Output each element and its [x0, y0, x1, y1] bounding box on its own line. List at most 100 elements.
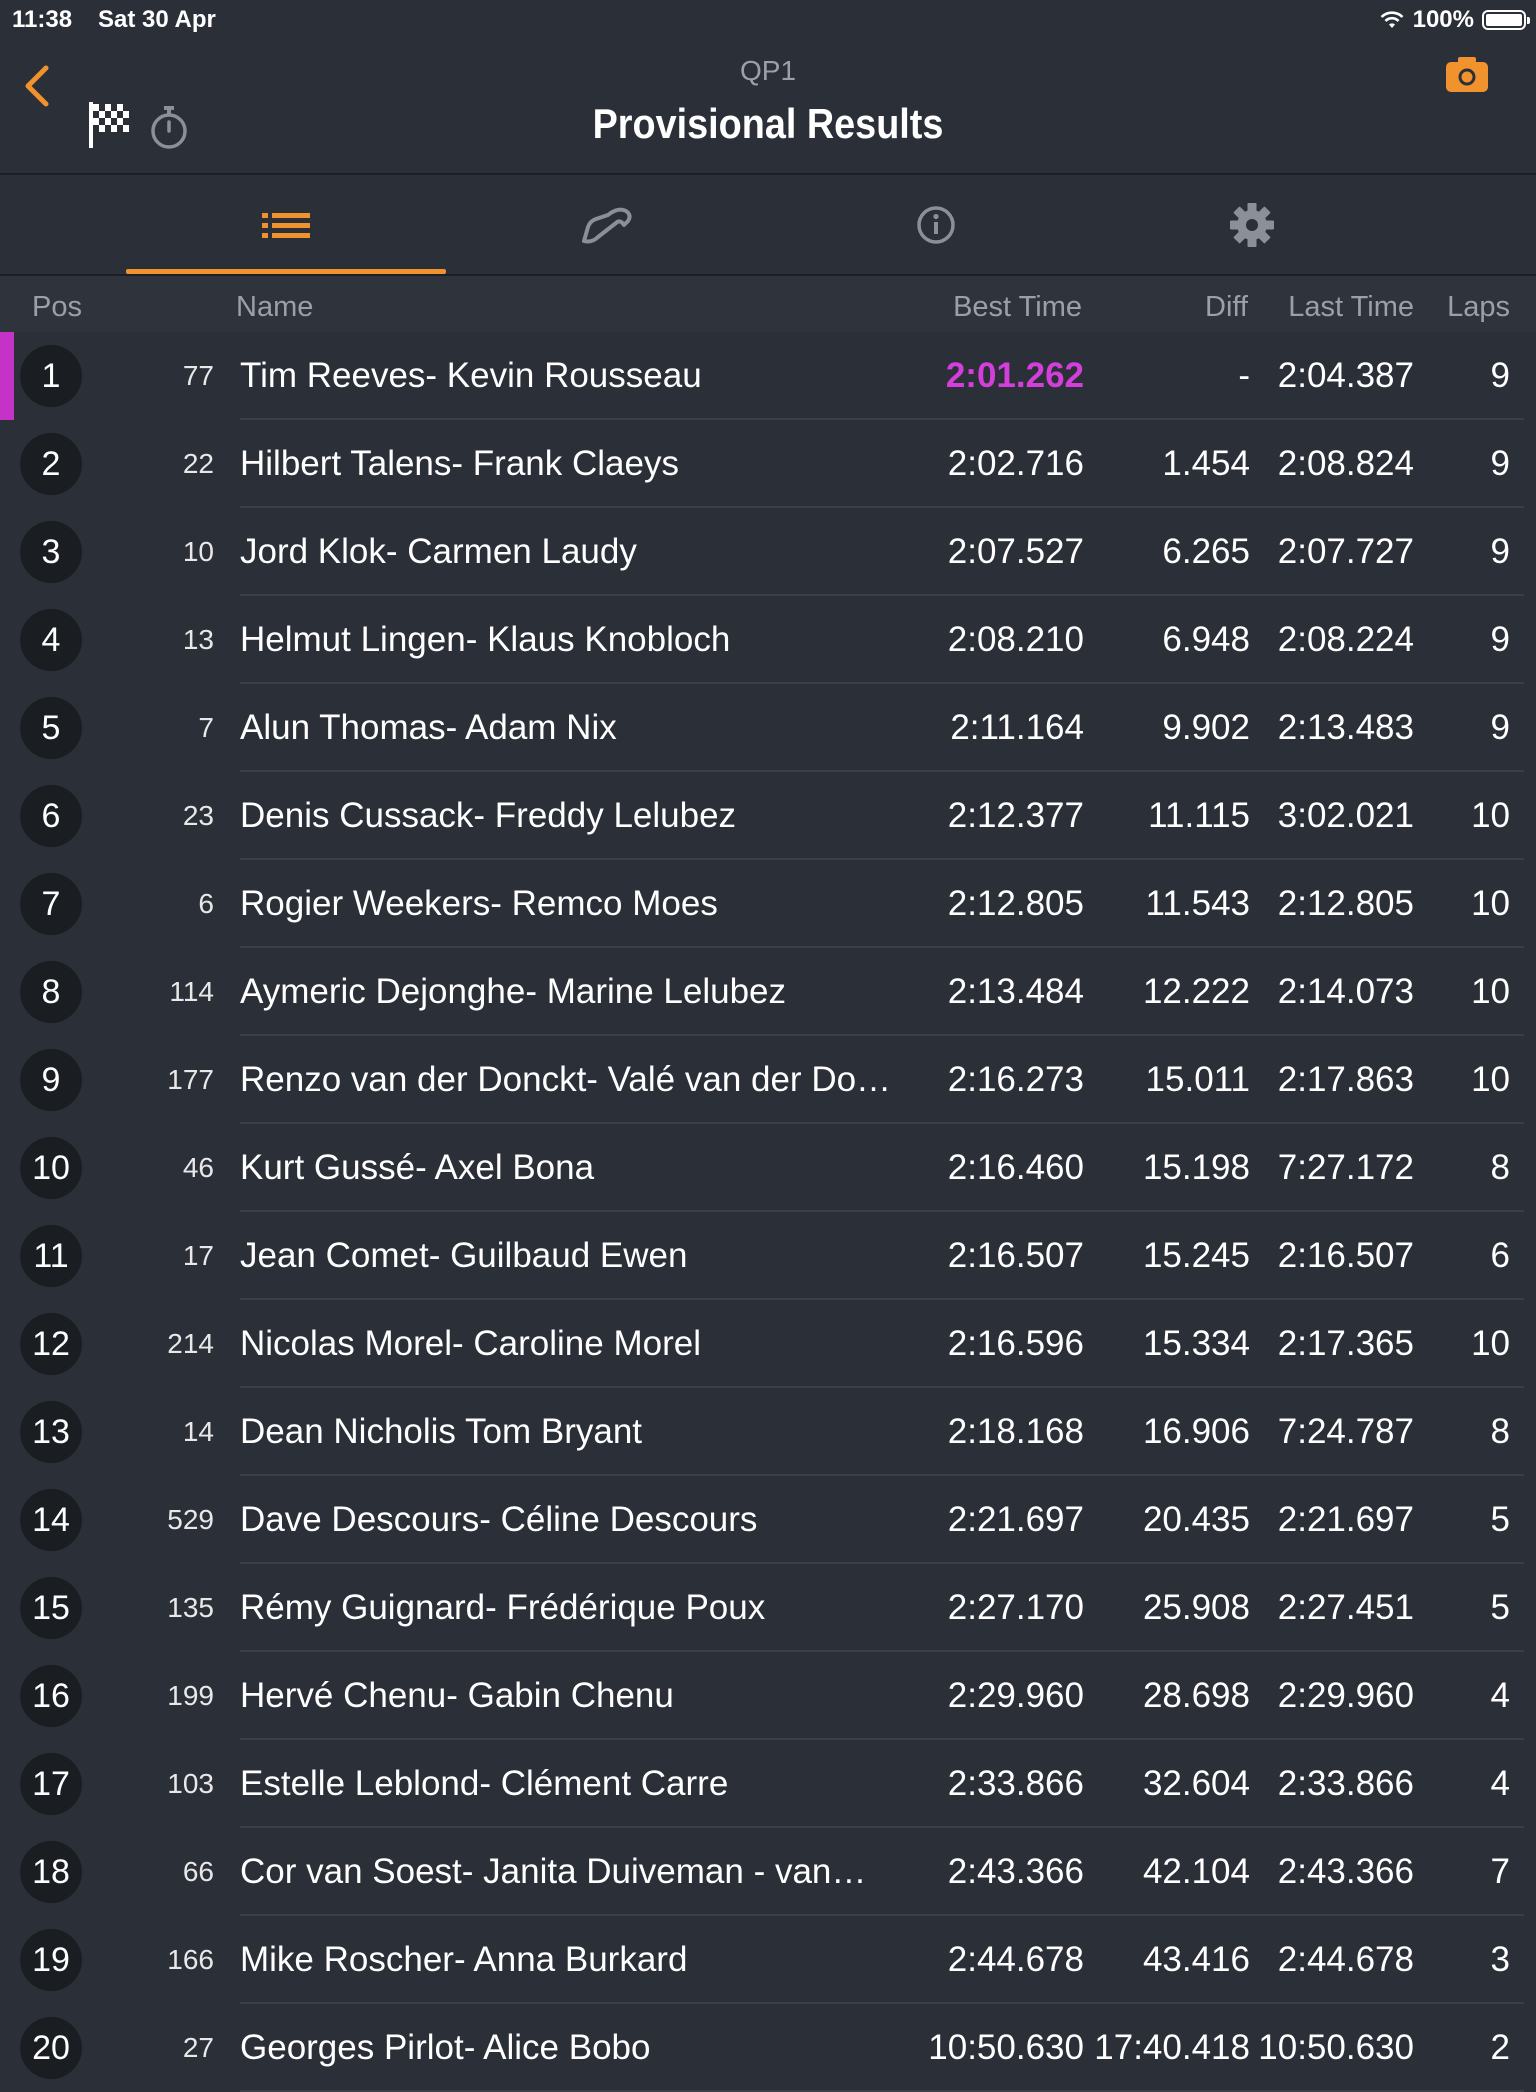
car-number: 22 [182, 448, 214, 479]
position-badge: 6 [20, 785, 82, 847]
last-time: 2:27.451 [1277, 1588, 1414, 1627]
laps: 9 [1490, 708, 1510, 747]
driver-names: Kurt Gussé- Axel Bona [240, 1148, 595, 1187]
tab-info[interactable] [776, 175, 1096, 275]
driver-names: Renzo van der Donckt- Valé van der Do… [240, 1060, 892, 1099]
position-badge: 15 [20, 1577, 82, 1639]
driver-names: Dave Descours- Céline Descours [240, 1500, 758, 1539]
result-row[interactable]: 14 529 Dave Descours- Céline Descours 2:21.… [0, 1476, 1536, 1564]
status-date: Sat 30 Apr [98, 6, 216, 33]
result-row[interactable]: 8 114 Aymeric Dejonghe- Marine Lelubez 2:13… [0, 948, 1536, 1036]
result-row[interactable]: 16 199 Hervé Chenu- Gabin Chenu 2:29.960 28.… [0, 1652, 1536, 1740]
gear-icon [1230, 203, 1274, 247]
status-time: 11:38 [12, 6, 73, 33]
position-badge: 8 [20, 961, 82, 1023]
position-badge: 1 [20, 345, 82, 407]
column-header-name[interactable]: Name [236, 291, 313, 324]
result-row[interactable]: 1 77 Tim Reeves- Kevin Rousseau 2:01.262 -2:… [0, 332, 1536, 420]
car-number: 214 [167, 1328, 214, 1359]
car-number: 46 [182, 1152, 214, 1183]
diff: 9.902 [1162, 708, 1250, 747]
last-time: 3:02.021 [1277, 796, 1414, 835]
laps: 3 [1490, 1940, 1510, 1979]
last-time: 2:21.697 [1277, 1500, 1414, 1539]
column-header-best-time[interactable]: Best Time [953, 291, 1082, 324]
column-header-diff[interactable]: Diff [1205, 291, 1248, 324]
result-row[interactable]: 5 7 Alun Thomas- Adam Nix 2:11.164 9.902 2:13… [0, 684, 1536, 772]
result-row[interactable]: 18 66 Cor van Soest- Janita Duiveman - van… [0, 1828, 1536, 1916]
last-time: 2:29.960 [1277, 1676, 1414, 1715]
result-row[interactable]: 9 177 Renzo van der Donckt- Valé van der D… [0, 1036, 1536, 1124]
last-time: 2:04.387 [1277, 356, 1414, 395]
driver-names: Helmut Lingen- Klaus Knobloch [240, 620, 731, 659]
laps: 5 [1490, 1500, 1510, 1539]
laps: 6 [1490, 1236, 1510, 1275]
result-row[interactable]: 7 6 Rogier Weekers- Remco Moes 2:12.805 11.5… [0, 860, 1536, 948]
column-header-pos[interactable]: Pos [32, 291, 82, 324]
battery-icon [1482, 10, 1530, 30]
result-row[interactable]: 10 46 Kurt Gussé- Axel Bona 2:16.460 15.198 7… [0, 1124, 1536, 1212]
laps: 4 [1490, 1764, 1510, 1803]
checkered-flag-icon[interactable] [86, 100, 132, 150]
position-badge: 5 [20, 697, 82, 759]
column-header-last-time[interactable]: Last Time [1288, 291, 1414, 324]
car-number: 199 [167, 1680, 214, 1711]
diff: 16.906 [1142, 1412, 1250, 1451]
position-badge: 16 [20, 1665, 82, 1727]
car-number: 77 [182, 360, 214, 391]
status-right: 100% [1379, 6, 1530, 34]
last-time: 2:12.805 [1277, 884, 1414, 923]
position-badge: 14 [20, 1489, 82, 1551]
driver-names: Alun Thomas- Adam Nix [240, 708, 617, 747]
result-row[interactable]: 13 14 Dean Nicholis Tom Bryant 2:18.168 16.9… [0, 1388, 1536, 1476]
position-badge: 13 [20, 1401, 82, 1463]
result-row[interactable]: 3 10 Jord Klok- Carmen Laudy 2:07.527 6.265 2… [0, 508, 1536, 596]
car-number: 10 [182, 536, 214, 567]
car-number: 114 [169, 976, 214, 1007]
best-time: 2:07.527 [947, 532, 1084, 571]
best-time: 2:43.366 [947, 1852, 1084, 1891]
position-badge: 19 [20, 1929, 82, 1991]
diff: 6.948 [1162, 620, 1250, 659]
laps: 10 [1471, 884, 1510, 923]
laps: 10 [1471, 796, 1510, 835]
status-bar: 11:38 Sat 30 Apr 100% [0, 0, 1536, 40]
result-row[interactable]: 20 27 Georges Pirlot- Alice Bobo 10:50.630 1… [0, 2004, 1536, 2092]
tab-track-map[interactable] [446, 175, 766, 275]
diff: 42.104 [1142, 1852, 1250, 1891]
car-number: 23 [182, 800, 214, 831]
car-number: 135 [167, 1592, 214, 1623]
laps: 10 [1471, 1324, 1510, 1363]
result-row[interactable]: 12 214 Nicolas Morel- Caroline Morel 2:16.5… [0, 1300, 1536, 1388]
laps: 7 [1490, 1852, 1510, 1891]
last-time: 7:27.172 [1277, 1148, 1414, 1187]
best-time: 2:16.596 [947, 1324, 1084, 1363]
best-time: 2:33.866 [947, 1764, 1084, 1803]
tab-results-list[interactable] [126, 175, 446, 275]
tab-settings[interactable] [1092, 175, 1412, 275]
driver-names: Dean Nicholis Tom Bryant [240, 1412, 643, 1451]
best-time: 10:50.630 [928, 2028, 1084, 2067]
diff: 12.222 [1142, 972, 1250, 1011]
position-badge: 2 [20, 433, 82, 495]
result-row[interactable]: 4 13 Helmut Lingen- Klaus Knobloch 2:08.210… [0, 596, 1536, 684]
camera-icon[interactable] [1444, 54, 1490, 94]
driver-names: Jean Comet- Guilbaud Ewen [240, 1236, 688, 1275]
column-header-laps[interactable]: Laps [1447, 291, 1510, 324]
driver-names: Rogier Weekers- Remco Moes [240, 884, 718, 923]
last-time: 2:33.866 [1277, 1764, 1414, 1803]
result-row[interactable]: 2 22 Hilbert Talens- Frank Claeys 2:02.716 1… [0, 420, 1536, 508]
car-number: 27 [182, 2032, 214, 2063]
laps: 2 [1490, 2028, 1510, 2067]
driver-names: Hilbert Talens- Frank Claeys [240, 444, 679, 483]
result-row[interactable]: 11 17 Jean Comet- Guilbaud Ewen 2:16.507 15.… [0, 1212, 1536, 1300]
result-row[interactable]: 17 103 Estelle Leblond- Clément Carre 2:33.… [0, 1740, 1536, 1828]
result-row[interactable]: 19 166 Mike Roscher- Anna Burkard 2:44.678 4… [0, 1916, 1536, 2004]
battery-percent: 100% [1412, 6, 1474, 33]
result-row[interactable]: 15 135 Rémy Guignard- Frédérique Poux 2:27.… [0, 1564, 1536, 1652]
stopwatch-icon[interactable] [148, 104, 190, 150]
best-time: 2:12.377 [947, 796, 1084, 835]
result-row[interactable]: 6 23 Denis Cussack- Freddy Lelubez 2:12.377… [0, 772, 1536, 860]
position-badge: 4 [20, 609, 82, 671]
diff: 32.604 [1142, 1764, 1250, 1803]
